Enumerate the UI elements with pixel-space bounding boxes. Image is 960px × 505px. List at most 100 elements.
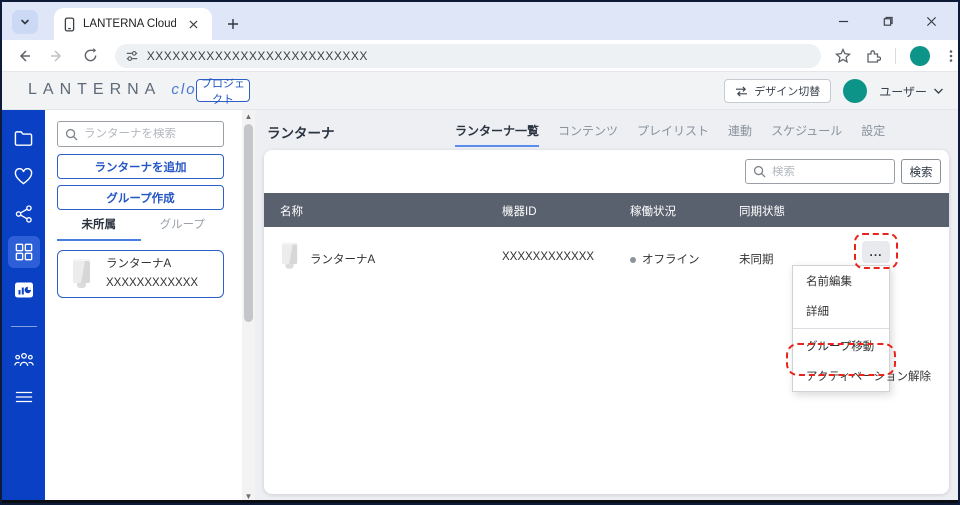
analytics-icon (14, 282, 33, 298)
table-search-box[interactable] (745, 159, 895, 184)
search-icon (753, 165, 766, 178)
tab-search-button[interactable] (12, 10, 38, 34)
table-header: 名称 機器ID 稼働状況 同期状態 (264, 193, 949, 227)
device-sidebar: ランターナを追加 グループ作成 未所属 グループ ランターナA XXXXXXXX… (45, 110, 241, 502)
new-tab-button[interactable] (224, 15, 242, 33)
tab-group[interactable]: グループ (141, 216, 225, 241)
tab-unassigned[interactable]: 未所属 (57, 216, 141, 241)
create-group-button[interactable]: グループ作成 (57, 185, 224, 210)
offline-status-dot (630, 256, 636, 263)
site-settings-icon[interactable] (125, 49, 139, 63)
row-context-menu: 名前編集 詳細 グループ移動 アクティベーション解除 (792, 265, 931, 392)
row-more-button[interactable]: ... (862, 241, 890, 263)
maximize-icon[interactable] (878, 12, 896, 30)
extensions-icon[interactable] (865, 48, 881, 64)
tab-settings[interactable]: 設定 (861, 122, 885, 147)
tab-lanterna-list[interactable]: ランターナ一覧 (455, 122, 540, 147)
minimize-icon[interactable] (834, 12, 852, 30)
tab-link[interactable]: 連動 (728, 122, 752, 147)
folder-icon (14, 130, 33, 146)
user-menu[interactable]: ユーザー (879, 83, 944, 100)
user-menu-label: ユーザー (879, 84, 927, 99)
column-sync: 同期状態 (739, 206, 785, 218)
menu-divider (793, 328, 889, 329)
table-search-input[interactable] (772, 165, 877, 178)
app-window: LANTERNA Cloud XXXXXXXXXXXXXXXXXXXXXXXXX… (0, 0, 960, 505)
toolbar-divider (895, 47, 896, 64)
window-controls (834, 2, 950, 40)
rail-item-folder[interactable] (8, 122, 40, 154)
rail-item-list[interactable] (8, 381, 40, 413)
chevron-down-icon (21, 19, 29, 25)
list-icon (15, 391, 32, 403)
rail-item-share[interactable] (8, 198, 40, 230)
bookmark-star-icon[interactable] (835, 47, 851, 64)
rail-item-devices[interactable] (7, 236, 40, 268)
tab-title: LANTERNA Cloud (83, 18, 176, 30)
url-text: XXXXXXXXXXXXXXXXXXXXXXXXXX (146, 48, 368, 63)
project-button[interactable]: プロジェクト (196, 78, 250, 106)
scrollbar-thumb[interactable] (244, 124, 253, 322)
heart-icon (14, 167, 33, 184)
main-content: ランターナ ランターナ一覧 コンテンツ プレイリスト 連動 スケジュール 設定 … (255, 110, 958, 502)
main-tabs: ランターナ一覧 コンテンツ プレイリスト 連動 スケジュール 設定 (455, 122, 885, 147)
rail-item-favorites[interactable] (8, 160, 40, 192)
logo-text: LANTERNA (28, 81, 162, 98)
column-name: 名称 (280, 206, 303, 218)
add-lanterna-button[interactable]: ランターナを追加 (57, 154, 224, 179)
back-icon[interactable] (12, 44, 36, 68)
column-device-id: 機器ID (502, 206, 537, 218)
grid-icon (15, 243, 32, 261)
browser-address-bar: XXXXXXXXXXXXXXXXXXXXXXXXXX (2, 40, 958, 72)
user-avatar[interactable] (843, 79, 868, 103)
people-icon (13, 352, 34, 366)
browser-profile-avatar[interactable] (910, 45, 930, 66)
tab-contents[interactable]: コンテンツ (558, 122, 618, 147)
browser-menu-icon[interactable] (944, 49, 958, 63)
rail-item-analytics[interactable] (8, 274, 40, 306)
device-card-id: XXXXXXXXXXXX (106, 277, 199, 289)
device-card-name: ランターナA (106, 258, 172, 270)
row-sync: 未同期 (739, 254, 774, 266)
close-icon[interactable] (922, 12, 940, 30)
lanterna-device-icon (280, 241, 300, 272)
device-table-card: 検索 名称 機器ID 稼働状況 同期状態 ランターナA XXXXXXXXXXXX… (264, 150, 949, 494)
forward-icon[interactable] (46, 44, 70, 68)
browser-tab-strip: LANTERNA Cloud (2, 2, 958, 40)
mobile-device-icon (64, 16, 75, 32)
reload-icon[interactable] (79, 44, 103, 68)
app-logo: LANTERNA cloud (28, 81, 217, 99)
row-device-id: XXXXXXXXXXXX (502, 251, 595, 263)
url-field[interactable]: XXXXXXXXXXXXXXXXXXXXXXXXXX (114, 43, 821, 68)
row-status: オフライン (630, 251, 700, 267)
scroll-up-icon[interactable]: ▲ (242, 110, 255, 122)
app-header: LANTERNA cloud プロジェクト デザイン切替 ユーザー (2, 72, 958, 110)
sidebar-search-box[interactable] (57, 121, 224, 147)
tab-close-icon[interactable] (184, 15, 202, 33)
table-search-button[interactable]: 検索 (901, 159, 941, 184)
menu-item-move-group[interactable]: グループ移動 (793, 331, 889, 361)
menu-item-deactivate[interactable]: アクティベーション解除 (793, 361, 931, 391)
chevron-down-icon (934, 88, 943, 94)
toolbar-right (835, 45, 958, 66)
row-name: ランターナA (310, 254, 376, 266)
swap-arrows-icon (736, 85, 748, 97)
rail-divider (10, 326, 37, 327)
sidebar-search-input[interactable] (84, 128, 204, 140)
device-card[interactable]: ランターナA XXXXXXXXXXXX (57, 250, 224, 298)
lanterna-device-icon (72, 258, 92, 290)
browser-tab[interactable]: LANTERNA Cloud (54, 8, 212, 40)
share-icon (15, 205, 32, 223)
tab-playlist[interactable]: プレイリスト (637, 122, 709, 147)
sidebar-scrollbar[interactable]: ▲ ▼ (242, 110, 255, 502)
nav-rail (2, 110, 45, 502)
menu-item-rename[interactable]: 名前編集 (793, 266, 889, 296)
rail-item-users[interactable] (8, 343, 40, 375)
sidebar-tabs: 未所属 グループ (57, 216, 224, 241)
menu-item-details[interactable]: 詳細 (793, 296, 889, 326)
window-bottom-edge (2, 500, 958, 503)
page-title: ランターナ (267, 126, 335, 141)
design-switch-label: デザイン切替 (754, 86, 821, 98)
tab-schedule[interactable]: スケジュール (771, 122, 842, 147)
design-switch-button[interactable]: デザイン切替 (724, 79, 832, 103)
